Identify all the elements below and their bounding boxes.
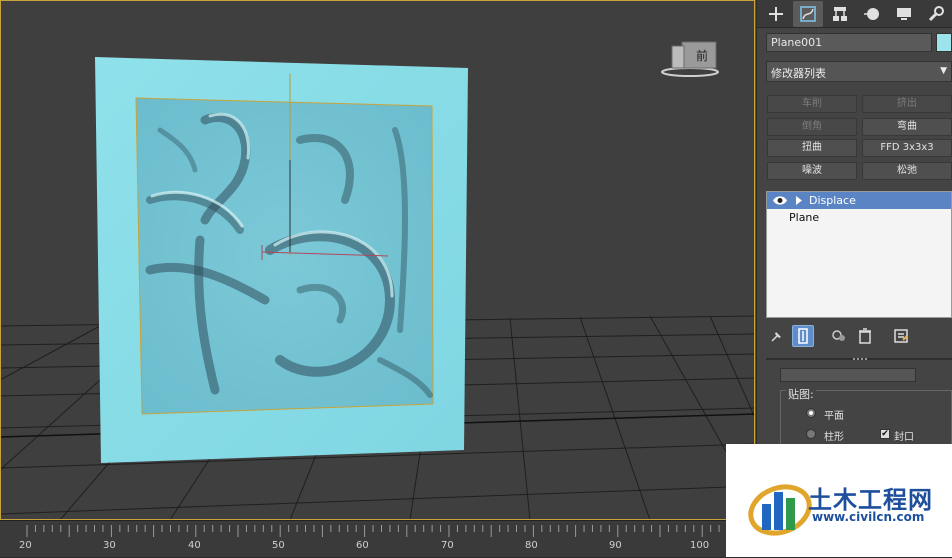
expand-triangle-icon[interactable] xyxy=(795,196,803,205)
modifier-list-label: 修改器列表 xyxy=(771,67,826,80)
pin-stack-button[interactable] xyxy=(766,325,788,347)
map-group-title: 贴图: xyxy=(786,386,816,402)
display-monitor-icon xyxy=(897,7,911,20)
frame-tick-label: 20 xyxy=(19,540,32,551)
cylindrical-radio[interactable] xyxy=(806,429,816,439)
modifier-button-twist[interactable]: 扭曲 xyxy=(767,139,857,157)
tab-create[interactable] xyxy=(761,1,791,27)
planar-radio[interactable] xyxy=(806,408,816,418)
frame-tick-label: 50 xyxy=(272,540,285,551)
frame-tick-label: 80 xyxy=(525,540,538,551)
motion-icon xyxy=(864,7,879,20)
cylindrical-label: 柱形 xyxy=(824,432,844,443)
modifier-button-relax[interactable]: 松弛 xyxy=(862,162,952,180)
view-cube[interactable]: 前 xyxy=(660,40,720,80)
pin-icon xyxy=(771,332,781,342)
cap-checkbox[interactable]: ✔ xyxy=(880,429,890,439)
watermark-url: www.civilcn.com xyxy=(812,510,925,524)
make-unique-icon xyxy=(832,330,845,341)
modifier-button-ffd[interactable]: FFD 3x3x3 xyxy=(862,139,952,157)
command-panel-tabs xyxy=(757,0,952,28)
frame-tick-label: 90 xyxy=(609,540,622,551)
tab-motion[interactable] xyxy=(857,1,887,27)
tab-utilities[interactable] xyxy=(921,1,951,27)
cap-label: 封口 xyxy=(894,432,914,443)
frame-tick-label: 100 xyxy=(690,540,710,551)
panel-divider xyxy=(766,358,952,360)
configure-sets-icon xyxy=(894,329,908,343)
make-unique-button[interactable] xyxy=(828,325,850,347)
tab-display[interactable] xyxy=(889,1,919,27)
displaced-plane-object[interactable] xyxy=(0,0,756,520)
modifier-button-noise[interactable]: 噪波 xyxy=(767,162,857,180)
frame-tick-label: 60 xyxy=(356,540,369,551)
tab-hierarchy[interactable] xyxy=(825,1,855,27)
stack-item-label: Plane xyxy=(789,211,820,224)
modifier-button-bend[interactable]: 弯曲 xyxy=(862,118,952,136)
modifier-button-extrude[interactable]: 挤出 xyxy=(862,95,952,113)
view-cube-label: 前 xyxy=(696,49,709,63)
plus-icon xyxy=(769,6,783,21)
modifier-stack-list[interactable]: Displace Plane xyxy=(766,191,952,318)
frame-tick-label: 30 xyxy=(103,540,116,551)
command-panel: Plane001 修改器列表 ▼ 车削 挤出 倒角 弯曲 扭曲 FFD 3x3x… xyxy=(757,0,952,520)
show-end-result-button[interactable] xyxy=(792,325,814,347)
modifier-button-chamfer[interactable]: 倒角 xyxy=(767,118,857,136)
remove-modifier-button[interactable] xyxy=(854,325,876,347)
planar-label: 平面 xyxy=(824,411,844,422)
stack-item-displace[interactable]: Displace xyxy=(767,192,951,209)
eye-visibility-icon[interactable] xyxy=(772,195,788,206)
chevron-down-icon: ▼ xyxy=(940,66,947,76)
stack-item-plane[interactable]: Plane xyxy=(767,209,951,226)
wrench-icon xyxy=(928,5,944,21)
frame-tick-label: 40 xyxy=(188,540,201,551)
modify-curve-icon xyxy=(800,5,816,22)
stack-item-label: Displace xyxy=(809,194,856,207)
hierarchy-icon xyxy=(833,6,847,21)
modifier-button-lathe[interactable]: 车削 xyxy=(767,95,857,113)
stack-toolbar xyxy=(766,324,912,348)
end-result-icon xyxy=(798,328,808,344)
tab-modify[interactable] xyxy=(793,0,823,27)
parameter-spinner-field[interactable] xyxy=(780,368,916,382)
displace-parameters-rollout: 贴图: 平面 柱形 ✔ 封口 xyxy=(766,368,952,460)
configure-modifier-sets-button[interactable] xyxy=(890,325,912,347)
object-name-field[interactable]: Plane001 xyxy=(766,33,932,52)
modifier-list-dropdown[interactable]: 修改器列表 ▼ xyxy=(766,61,952,82)
object-color-swatch[interactable] xyxy=(936,33,952,52)
trash-icon xyxy=(859,328,871,344)
site-watermark-logo: 土木工程网 www.civilcn.com xyxy=(726,444,952,557)
frame-tick-label: 70 xyxy=(441,540,454,551)
perspective-viewport[interactable]: 前 xyxy=(0,0,756,520)
